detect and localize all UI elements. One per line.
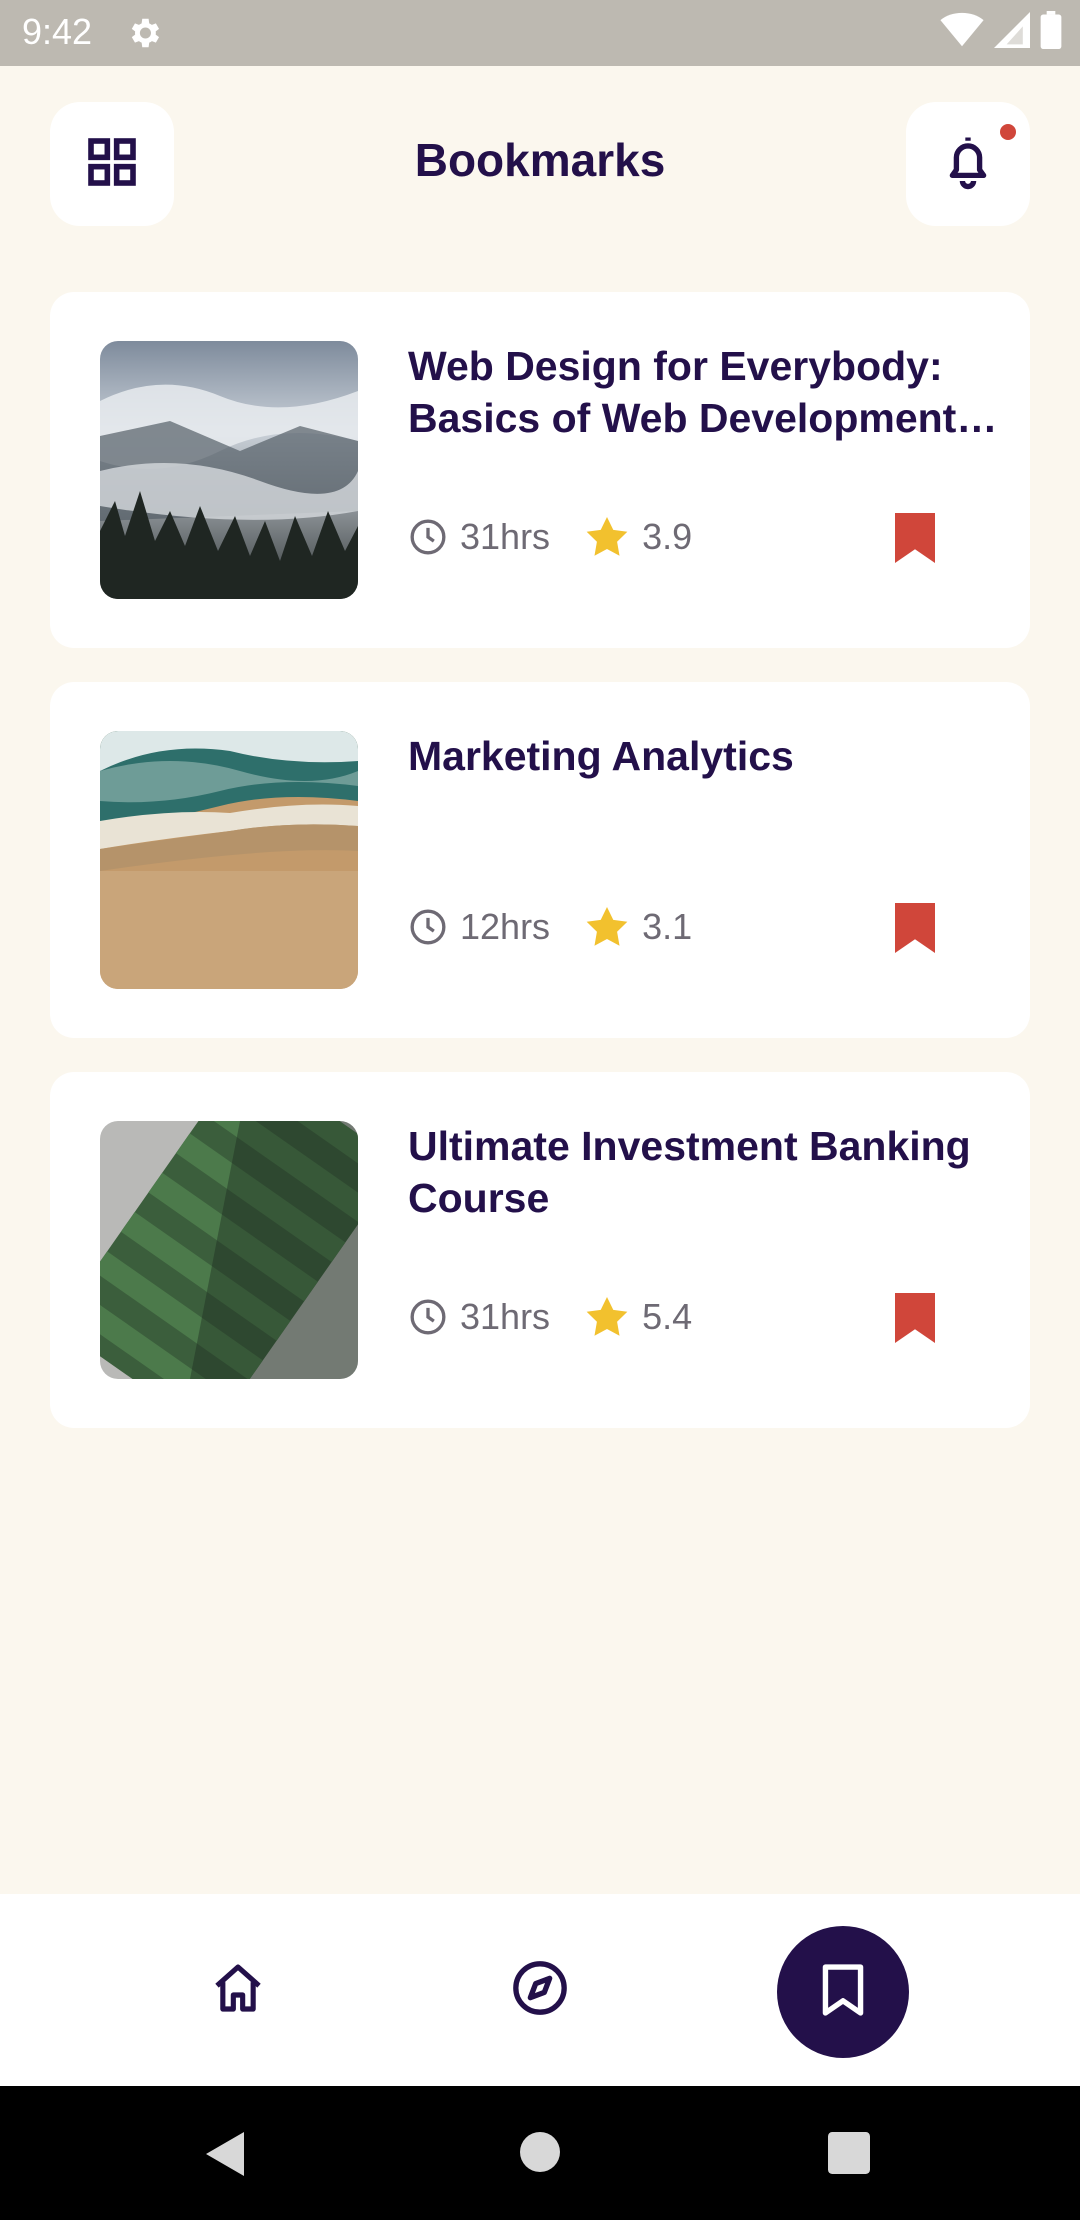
settings-gear-icon xyxy=(125,14,163,52)
clock-icon xyxy=(408,1297,448,1337)
star-icon xyxy=(586,1297,628,1337)
course-thumbnail xyxy=(100,1121,358,1379)
nav-bookmarks[interactable] xyxy=(777,1926,909,2058)
star-icon xyxy=(586,517,628,557)
bookmark-filled-icon xyxy=(895,902,935,958)
home-icon xyxy=(210,1960,266,2021)
status-bar: 9:42 xyxy=(0,0,1080,66)
notification-badge xyxy=(1000,124,1016,140)
clock-icon xyxy=(408,517,448,557)
course-duration: 31hrs xyxy=(460,1296,551,1337)
bell-icon xyxy=(941,133,995,196)
battery-icon xyxy=(1040,10,1062,54)
bookmark-card[interactable]: Web Design for Everybody: Basics of Web … xyxy=(50,292,1030,648)
course-meta: 31hrs 3.9 xyxy=(408,512,692,562)
status-time: 9:42 xyxy=(22,11,93,52)
cellular-signal-icon xyxy=(994,11,1030,53)
clock-icon xyxy=(408,907,448,947)
bookmark-card[interactable]: Ultimate Investment Banking Course 31hrs… xyxy=(50,1072,1030,1428)
wifi-icon xyxy=(940,12,984,53)
course-rating: 3.1 xyxy=(642,906,693,947)
course-title: Web Design for Everybody: Basics of Web … xyxy=(408,343,998,441)
bookmark-card[interactable]: Marketing Analytics 12hrs 3.1 xyxy=(50,682,1030,1038)
bookmark-icon xyxy=(821,1963,865,2022)
course-duration: 31hrs xyxy=(460,516,551,557)
recents-square-icon[interactable] xyxy=(828,2132,870,2179)
course-title: Ultimate Investment Banking Course xyxy=(408,1123,971,1221)
remove-bookmark-button[interactable] xyxy=(890,1292,940,1348)
remove-bookmark-button[interactable] xyxy=(890,512,940,568)
bottom-nav xyxy=(0,1894,1080,2086)
remove-bookmark-button[interactable] xyxy=(890,902,940,958)
bookmark-filled-icon xyxy=(895,1292,935,1348)
course-title: Marketing Analytics xyxy=(408,733,794,779)
compass-icon xyxy=(511,1959,569,2022)
nav-explore[interactable] xyxy=(470,1894,610,2086)
star-icon xyxy=(586,907,628,947)
back-icon[interactable] xyxy=(204,2130,248,2183)
system-nav-bar xyxy=(0,2086,1080,2220)
course-thumbnail xyxy=(100,341,358,599)
notifications-button[interactable] xyxy=(906,102,1030,226)
course-thumbnail xyxy=(100,731,358,989)
course-meta: 31hrs 5.4 xyxy=(408,1292,692,1342)
course-rating: 5.4 xyxy=(642,1296,693,1337)
nav-home[interactable] xyxy=(168,1894,308,2086)
course-duration: 12hrs xyxy=(460,906,551,947)
bookmark-filled-icon xyxy=(895,512,935,568)
course-rating: 3.9 xyxy=(642,516,693,557)
home-circle-icon[interactable] xyxy=(518,2130,562,2179)
course-meta: 12hrs 3.1 xyxy=(408,902,692,952)
